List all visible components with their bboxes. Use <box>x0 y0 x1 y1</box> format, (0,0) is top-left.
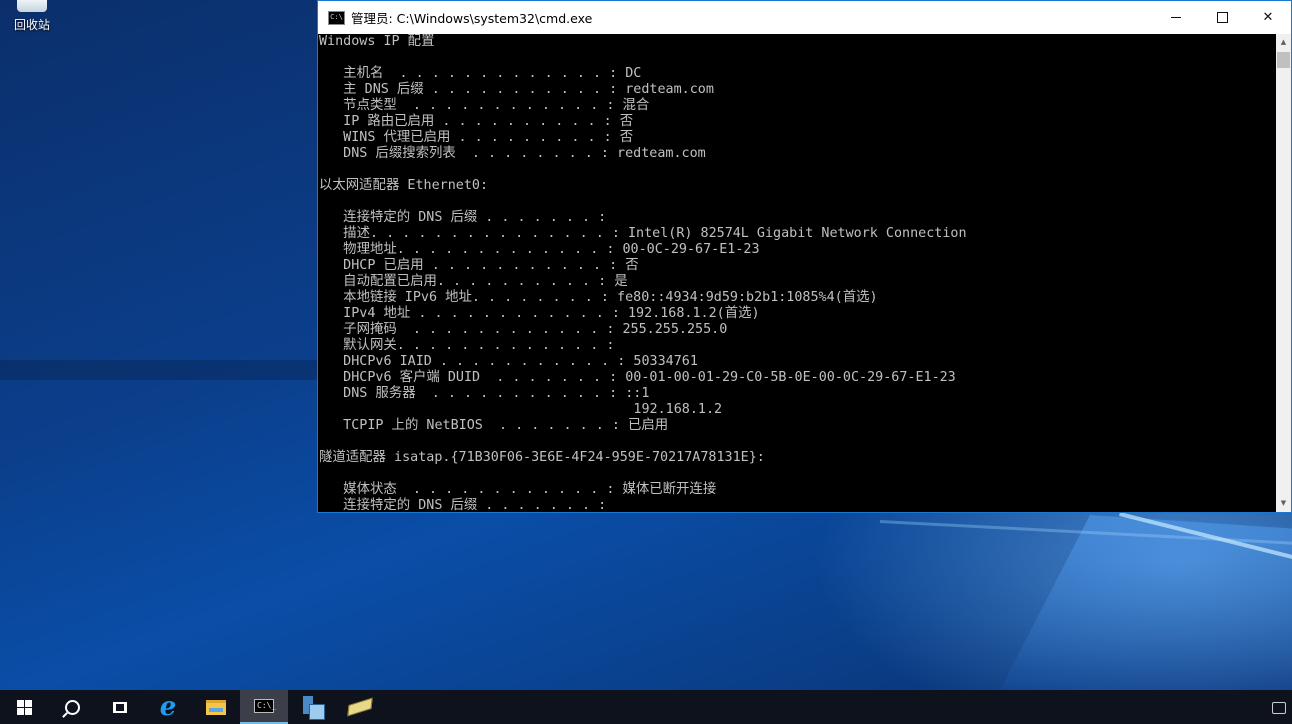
console-line: 以太网适配器 Ethernet0: <box>319 178 489 193</box>
console-line: 连接特定的 DNS 后缀 . . . . . . . : <box>319 498 607 512</box>
console-line: 描述. . . . . . . . . . . . . . . : Intel(… <box>319 226 967 241</box>
console-line: DHCPv6 客户端 DUID . . . . . . . : 00-01-00… <box>319 370 956 385</box>
console-line: 主 DNS 后缀 . . . . . . . . . . . : redteam… <box>319 82 714 97</box>
maximize-icon <box>1216 12 1228 23</box>
close-icon: ✕ <box>1262 10 1274 25</box>
console-line: 物理地址. . . . . . . . . . . . . : 00-0C-29… <box>319 242 760 257</box>
maximize-button[interactable] <box>1199 1 1245 34</box>
taskbar: e C:\_ <box>0 690 1292 724</box>
wallpaper-shadow-band <box>0 360 320 380</box>
file-explorer-button[interactable] <box>192 690 240 724</box>
powershell-icon <box>347 697 373 717</box>
minimize-button[interactable] <box>1153 1 1199 34</box>
start-button[interactable] <box>0 690 48 724</box>
recycle-bin-icon <box>17 0 47 12</box>
folder-icon <box>206 699 226 715</box>
close-button[interactable]: ✕ <box>1245 1 1291 34</box>
console-line: DHCPv6 IAID . . . . . . . . . . . : 5033… <box>319 354 698 369</box>
console-line: 默认网关. . . . . . . . . . . . . : <box>319 338 615 353</box>
console-line: DHCP 已启用 . . . . . . . . . . . : 否 <box>319 258 639 273</box>
cmd-window[interactable]: C:\ 管理员: C:\Windows\system32\cmd.exe ✕ W… <box>317 0 1292 513</box>
console-output[interactable]: Windows IP 配置 主机名 . . . . . . . . . . . … <box>318 34 1276 512</box>
notification-icon[interactable] <box>1272 702 1286 714</box>
internet-explorer-icon: e <box>159 692 177 722</box>
desktop-icon-label: 回收站 <box>13 18 50 32</box>
console-line: TCPIP 上的 NetBIOS . . . . . . . : 已启用 <box>319 418 669 433</box>
console-line: 自动配置已启用. . . . . . . . . . : 是 <box>319 274 628 289</box>
console-line: 隧道适配器 isatap.{71B30F06-3E6E-4F24-959E-70… <box>319 450 765 465</box>
vertical-scrollbar[interactable]: ▲ ▼ <box>1276 34 1291 512</box>
server-manager-icon <box>303 696 325 720</box>
window-title: 管理员: C:\Windows\system32\cmd.exe <box>351 11 593 26</box>
windows-logo-icon <box>16 699 32 715</box>
console-line: DNS 服务器 . . . . . . . . . . . : ::1 <box>319 386 650 401</box>
console-line: IP 路由已启用 . . . . . . . . . . : 否 <box>319 114 634 129</box>
minimize-icon <box>1171 17 1181 18</box>
console-line: IPv4 地址 . . . . . . . . . . . . : 192.16… <box>319 306 760 321</box>
powershell-button[interactable] <box>336 690 384 724</box>
search-icon <box>64 699 80 715</box>
console-line: 媒体状态 . . . . . . . . . . . . : 媒体已断开连接 <box>319 482 717 497</box>
task-view-icon <box>113 701 127 713</box>
console-line: 子网掩码 . . . . . . . . . . . . : 255.255.2… <box>319 322 728 337</box>
cmd-icon: C:\_ <box>254 699 276 713</box>
console-line: 192.168.1.2 <box>319 402 723 417</box>
scroll-up-arrow-icon[interactable]: ▲ <box>1276 34 1291 51</box>
task-view-button[interactable] <box>96 690 144 724</box>
cmd-icon: C:\ <box>328 10 345 25</box>
internet-explorer-button[interactable]: e <box>144 690 192 724</box>
cmd-taskbar-button[interactable]: C:\_ <box>240 690 288 724</box>
search-button[interactable] <box>48 690 96 724</box>
console-line: Windows IP 配置 <box>319 34 435 49</box>
console-line: DNS 后缀搜索列表 . . . . . . . . : redteam.com <box>319 146 706 161</box>
console-line: 节点类型 . . . . . . . . . . . . : 混合 <box>319 98 650 113</box>
console-line: WINS 代理已启用 . . . . . . . . . : 否 <box>319 130 634 145</box>
window-titlebar[interactable]: C:\ 管理员: C:\Windows\system32\cmd.exe ✕ <box>318 1 1291 34</box>
server-manager-button[interactable] <box>288 690 336 724</box>
scroll-down-arrow-icon[interactable]: ▼ <box>1276 495 1291 512</box>
console-line: 本地链接 IPv6 地址. . . . . . . . : fe80::4934… <box>319 290 878 305</box>
desktop-icon-recycle-bin[interactable]: 回收站 <box>6 0 58 33</box>
console-line: 连接特定的 DNS 后缀 . . . . . . . : <box>319 210 607 225</box>
console-line: 主机名 . . . . . . . . . . . . . : DC <box>319 66 642 81</box>
scroll-thumb[interactable] <box>1277 52 1290 68</box>
